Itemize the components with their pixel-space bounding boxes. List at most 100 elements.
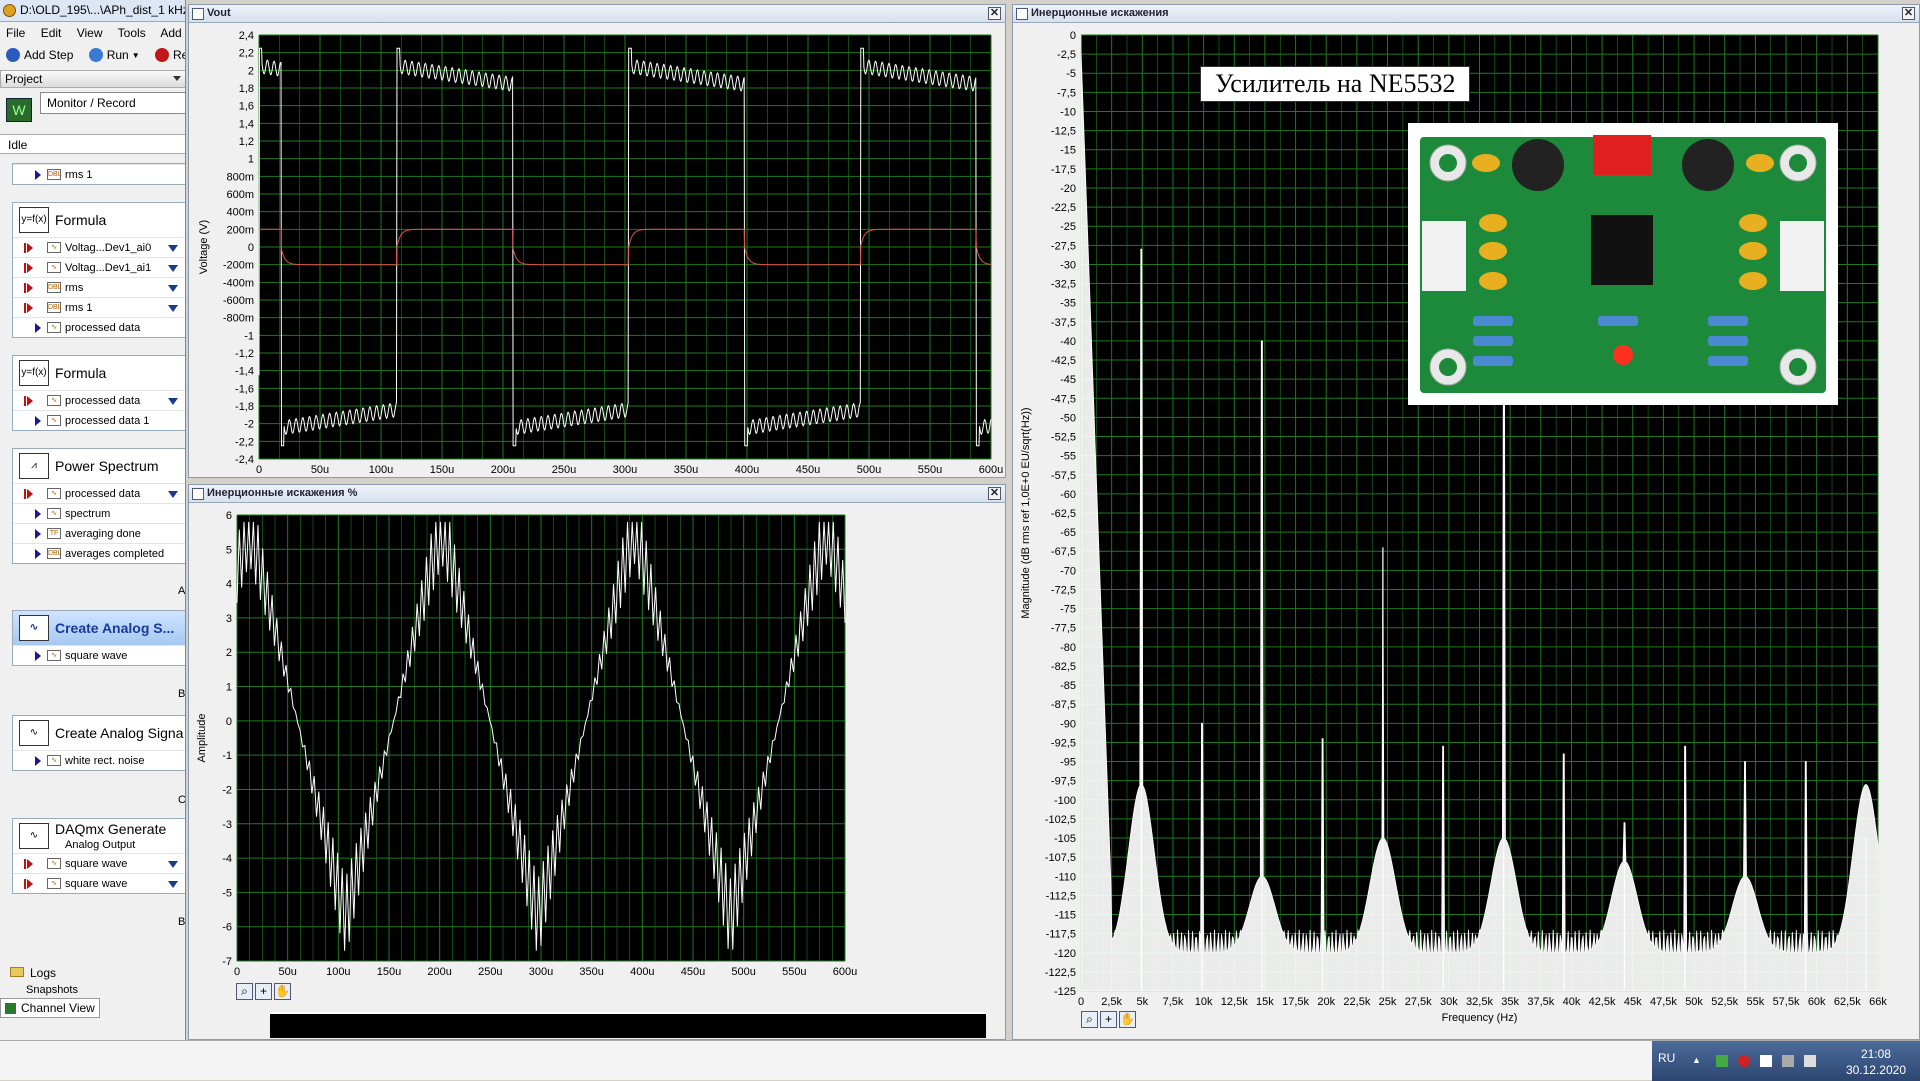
- waveform-type-icon: ∿: [47, 858, 61, 869]
- step-io-row[interactable]: ∿ white rect. noise: [13, 750, 185, 770]
- record-button[interactable]: Re: [155, 48, 185, 62]
- step-card[interactable]: ∿ Create Analog Signa ∿ white rect. noise: [12, 715, 185, 771]
- pan-hand-icon[interactable]: ✋: [274, 983, 291, 1000]
- horizontal-scrollbar[interactable]: [270, 1012, 986, 1038]
- menu-view[interactable]: View: [77, 26, 103, 40]
- mounting-hole-inner: [1439, 358, 1457, 376]
- y-tick-label: 0: [226, 716, 232, 728]
- input-arrow-icon: [24, 396, 33, 406]
- nvidia-icon[interactable]: [1716, 1055, 1728, 1067]
- y-tick-label: -32,5: [1051, 279, 1076, 291]
- x-tick-label: 27,5k: [1405, 996, 1432, 1008]
- step-io-row[interactable]: ∿ Voltag...Dev1_ai1: [13, 257, 185, 277]
- resistor: [1598, 316, 1638, 326]
- run-button[interactable]: Run ▼: [88, 48, 140, 62]
- menu-add-step[interactable]: Add Ste: [160, 26, 185, 40]
- zoom-icon[interactable]: ⌕: [236, 983, 253, 1000]
- step-title[interactable]: ⩘ Power Spectrum: [13, 449, 185, 483]
- y-tick-label: -112,5: [1046, 890, 1076, 902]
- zoom-icon[interactable]: ⌕: [1081, 1011, 1098, 1028]
- step-title[interactable]: y=f(x) Formula: [13, 203, 185, 237]
- dbl-type-icon: DBL: [47, 548, 62, 559]
- output-arrow-icon: [35, 323, 41, 333]
- chevron-down-icon[interactable]: [168, 305, 178, 312]
- chevron-down-icon[interactable]: [168, 245, 178, 252]
- x-tick-label: 37,5k: [1527, 996, 1554, 1008]
- add-step-button[interactable]: Add Step: [6, 48, 73, 62]
- chevron-down-icon[interactable]: [168, 861, 178, 868]
- tree-item-snapshots[interactable]: Snapshots: [26, 984, 78, 996]
- x-tick-label: 0: [234, 966, 240, 978]
- flag-icon[interactable]: [1760, 1055, 1772, 1067]
- folder-icon: [10, 967, 24, 977]
- antivirus-icon[interactable]: [1738, 1055, 1750, 1067]
- step-card[interactable]: ∿ DAQmx Generate Analog Output ∿ square wave…: [12, 818, 185, 894]
- step-io-row[interactable]: ∿ processed data: [13, 317, 185, 337]
- tree-item-logs[interactable]: Logs: [10, 966, 56, 980]
- step-title[interactable]: ∿ DAQmx Generate Analog Output: [13, 819, 185, 853]
- chevron-up-icon[interactable]: ▲: [1692, 1055, 1704, 1067]
- y-tick-label: 6: [226, 510, 232, 522]
- step-io-row[interactable]: ∿ processed data 1: [13, 410, 185, 430]
- step-io-row[interactable]: DBL rms: [13, 277, 185, 297]
- menu-file[interactable]: File: [6, 26, 25, 40]
- step-io-row[interactable]: DBL rms 1: [13, 297, 185, 317]
- step-card[interactable]: ⩘ Power Spectrum ∿ processed data ∿ spectrum T…: [12, 448, 185, 564]
- step-io-row[interactable]: DBL rms 1: [13, 164, 185, 184]
- io-label: processed data 1: [65, 415, 150, 427]
- cursor-icon[interactable]: +: [255, 983, 272, 1000]
- step-title[interactable]: ∿ Create Analog Signa: [13, 716, 185, 750]
- vout-chart[interactable]: 0 50u 100u 150u 200u 250u 300u 350u 400u 450u 500u…: [189, 5, 1007, 479]
- y-tick-label: -47,5: [1051, 393, 1076, 405]
- io-label: processed data: [65, 395, 141, 407]
- x-tick-label: 600u: [979, 464, 1003, 476]
- step-title[interactable]: y=f(x) Formula: [13, 356, 185, 390]
- input-arrow-icon: [24, 263, 33, 273]
- network-icon[interactable]: [1782, 1055, 1794, 1067]
- chevron-down-icon[interactable]: [168, 285, 178, 292]
- chevron-down-icon[interactable]: [168, 265, 178, 272]
- step-card[interactable]: ∿ Create Analog S... ∿ square wave: [12, 610, 185, 666]
- menu-edit[interactable]: Edit: [41, 26, 62, 40]
- waveform-type-icon: ∿: [47, 322, 61, 333]
- step-io-row[interactable]: ∿ processed data: [13, 483, 185, 503]
- x-tick-label: 40k: [1563, 996, 1581, 1008]
- clock[interactable]: 21:08 30.12.2020: [1846, 1046, 1906, 1078]
- x-tick-label: 400u: [630, 966, 654, 978]
- waveform-type-icon: ∿: [47, 650, 61, 661]
- monitor-record-button[interactable]: Monitor / Record: [40, 92, 185, 114]
- step-io-row[interactable]: ∿ square wave: [13, 873, 185, 893]
- cursor-icon[interactable]: +: [1100, 1011, 1117, 1028]
- pan-hand-icon[interactable]: ✋: [1119, 1011, 1136, 1028]
- y-tick-label: -97,5: [1051, 776, 1076, 788]
- step-io-row[interactable]: ∿ Voltag...Dev1_ai0: [13, 237, 185, 257]
- step-io-row[interactable]: ∿ spectrum: [13, 503, 185, 523]
- step-card[interactable]: y=f(x) Formula ∿ Voltag...Dev1_ai0 ∿ Voltag..…: [12, 202, 185, 338]
- step-title[interactable]: ∿ Create Analog S...: [13, 611, 185, 645]
- distortion-chart[interactable]: 0 50u 100u 150u 200u 250u 300u 350u 400u 450u 500u…: [189, 485, 1007, 1015]
- step-io-row[interactable]: ∿ square wave: [13, 645, 185, 665]
- input-arrow-icon: [24, 859, 33, 869]
- project-dropdown[interactable]: Project: [0, 70, 185, 88]
- y-tick-label: -4: [222, 853, 232, 865]
- chevron-down-icon[interactable]: [168, 491, 178, 498]
- menu-tools[interactable]: Tools: [118, 26, 146, 40]
- step-card[interactable]: DBL rms 1: [12, 163, 185, 185]
- chevron-down-icon[interactable]: [168, 881, 178, 888]
- step-card[interactable]: y=f(x) Formula ∿ processed data ∿ processed d…: [12, 355, 185, 431]
- step-io-row[interactable]: DBL averages completed: [13, 543, 185, 563]
- input-arrow-icon: [24, 243, 33, 253]
- language-indicator[interactable]: RU: [1658, 1051, 1675, 1065]
- step-section-letter: C: [178, 794, 186, 806]
- waveform-type-icon: ∿: [47, 242, 61, 253]
- x-tick-label: 50k: [1685, 996, 1703, 1008]
- volume-icon[interactable]: [1804, 1055, 1816, 1067]
- step-io-row[interactable]: TF averaging done: [13, 523, 185, 543]
- y-tick-label: -40: [1060, 336, 1076, 348]
- tab-channel-view[interactable]: Channel View: [0, 998, 100, 1018]
- y-tick-label: -10: [1060, 106, 1076, 118]
- step-io-row[interactable]: ∿ processed data: [13, 390, 185, 410]
- chevron-down-icon[interactable]: [168, 398, 178, 405]
- y-tick-label: -85: [1060, 680, 1076, 692]
- step-io-row[interactable]: ∿ square wave: [13, 853, 185, 873]
